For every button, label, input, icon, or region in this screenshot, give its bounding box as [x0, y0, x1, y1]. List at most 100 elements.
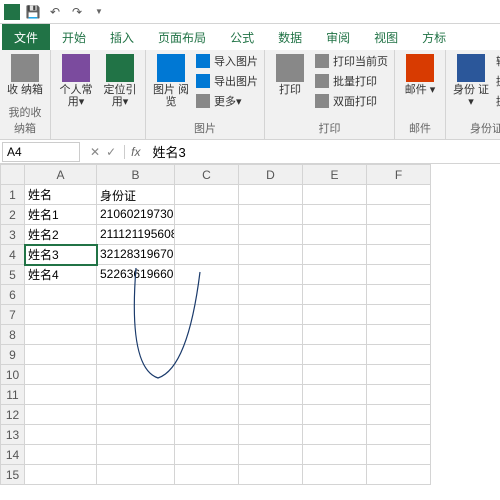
cell[interactable]	[25, 345, 97, 365]
batch-print-button[interactable]: 批量打印	[313, 72, 390, 90]
cell[interactable]	[303, 265, 367, 285]
formula-input[interactable]: 姓名3	[146, 140, 500, 163]
cell[interactable]	[239, 225, 303, 245]
cell[interactable]: 姓名4	[25, 265, 97, 285]
cell[interactable]	[239, 345, 303, 365]
undo-icon[interactable]: ↶	[46, 3, 64, 21]
tab-other[interactable]: 方标	[410, 24, 458, 50]
cell[interactable]	[303, 225, 367, 245]
cell[interactable]	[367, 185, 431, 205]
cell[interactable]	[175, 365, 239, 385]
cell[interactable]: 姓名	[25, 185, 97, 205]
cell[interactable]	[239, 325, 303, 345]
cell[interactable]	[239, 285, 303, 305]
cell[interactable]	[97, 385, 175, 405]
cell[interactable]	[25, 445, 97, 465]
tab-formulas[interactable]: 公式	[218, 24, 266, 50]
cell[interactable]	[367, 245, 431, 265]
cell[interactable]: 身份证	[97, 185, 175, 205]
cell[interactable]	[97, 345, 175, 365]
name-box[interactable]	[2, 142, 80, 162]
cell[interactable]: 姓名2	[25, 225, 97, 245]
row-header[interactable]: 5	[1, 265, 25, 285]
cell[interactable]	[97, 465, 175, 485]
tab-file[interactable]: 文件	[2, 24, 50, 50]
cell[interactable]	[175, 325, 239, 345]
tab-review[interactable]: 审阅	[314, 24, 362, 50]
cell[interactable]	[239, 385, 303, 405]
print-button[interactable]: 打印	[269, 52, 311, 98]
row-header[interactable]: 2	[1, 205, 25, 225]
cell[interactable]	[175, 265, 239, 285]
cell[interactable]	[175, 465, 239, 485]
cell[interactable]	[25, 385, 97, 405]
cell[interactable]	[303, 185, 367, 205]
cell[interactable]	[303, 305, 367, 325]
select-all[interactable]	[1, 165, 25, 185]
row-header[interactable]: 6	[1, 285, 25, 305]
cell[interactable]: 5226361966070290xx	[97, 265, 175, 285]
cell[interactable]	[367, 405, 431, 425]
row-header[interactable]: 1	[1, 185, 25, 205]
row-header[interactable]: 8	[1, 325, 25, 345]
cell[interactable]	[367, 465, 431, 485]
locate-ref-button[interactable]: 定位引 用▾	[99, 52, 141, 110]
cell[interactable]	[239, 465, 303, 485]
cell[interactable]	[175, 405, 239, 425]
cell[interactable]	[239, 365, 303, 385]
cell[interactable]	[303, 285, 367, 305]
cell[interactable]	[303, 445, 367, 465]
input-button[interactable]: 输入t	[494, 52, 500, 70]
cell[interactable]	[367, 205, 431, 225]
cell[interactable]	[367, 285, 431, 305]
cell[interactable]	[25, 405, 97, 425]
cell[interactable]	[303, 405, 367, 425]
cell[interactable]	[367, 325, 431, 345]
tab-layout[interactable]: 页面布局	[146, 24, 218, 50]
cell[interactable]	[25, 305, 97, 325]
print-current-button[interactable]: 打印当前页	[313, 52, 390, 70]
cell[interactable]: 姓名1	[25, 205, 97, 225]
extract2-button[interactable]: 提取	[494, 92, 500, 110]
cell[interactable]	[303, 245, 367, 265]
cell[interactable]	[367, 265, 431, 285]
cell[interactable]	[303, 465, 367, 485]
cell[interactable]	[175, 425, 239, 445]
cell[interactable]	[239, 265, 303, 285]
cell[interactable]	[239, 425, 303, 445]
col-header[interactable]: F	[367, 165, 431, 185]
export-picture-button[interactable]: 导出图片	[194, 72, 260, 90]
inbox-button[interactable]: 收 纳箱	[4, 52, 46, 98]
col-header[interactable]: B	[97, 165, 175, 185]
cell[interactable]	[97, 365, 175, 385]
duplex-print-button[interactable]: 双面打印	[313, 92, 390, 110]
idcard-button[interactable]: 身份 证▾	[450, 52, 492, 110]
col-header[interactable]: C	[175, 165, 239, 185]
cell[interactable]	[175, 385, 239, 405]
cell[interactable]	[367, 365, 431, 385]
cell[interactable]	[97, 305, 175, 325]
cell[interactable]	[303, 365, 367, 385]
cell[interactable]	[25, 465, 97, 485]
tab-home[interactable]: 开始	[50, 24, 98, 50]
cell[interactable]	[303, 345, 367, 365]
col-header[interactable]: E	[303, 165, 367, 185]
row-header[interactable]: 4	[1, 245, 25, 265]
row-header[interactable]: 12	[1, 405, 25, 425]
save-icon[interactable]: 💾	[24, 3, 42, 21]
redo-icon[interactable]: ↷	[68, 3, 86, 21]
cell[interactable]	[303, 425, 367, 445]
cell[interactable]	[25, 285, 97, 305]
fx-icon[interactable]: fx	[124, 145, 146, 159]
cell[interactable]: 210602197305119000	[97, 205, 175, 225]
cell[interactable]	[175, 205, 239, 225]
cell[interactable]	[25, 425, 97, 445]
extract1-button[interactable]: 提取	[494, 72, 500, 90]
cell[interactable]	[303, 385, 367, 405]
cell-selected[interactable]: 姓名3	[25, 245, 97, 265]
cell[interactable]	[25, 365, 97, 385]
cell[interactable]	[367, 385, 431, 405]
cell[interactable]	[303, 205, 367, 225]
picture-view-button[interactable]: 图片 阅览	[150, 52, 192, 110]
cell[interactable]	[175, 185, 239, 205]
